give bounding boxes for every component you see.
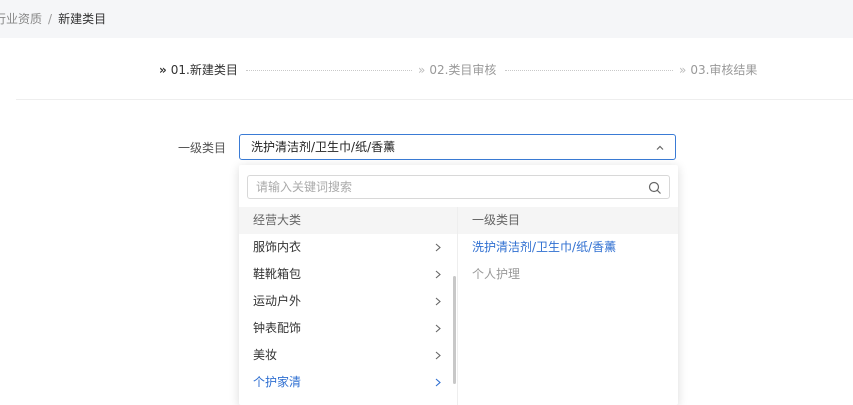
double-chevron-right-icon: » — [679, 63, 687, 77]
search-icon[interactable] — [648, 181, 662, 195]
breadcrumb-parent[interactable]: 行业资质 — [0, 12, 42, 26]
category-item-label: 服饰内衣 — [253, 240, 302, 254]
step-3-label: 03.审核结果 — [690, 63, 758, 77]
section-divider — [16, 99, 853, 100]
step-2-label: 02.类目审核 — [429, 63, 497, 77]
chevron-right-icon — [435, 378, 441, 387]
category-select-value: 洗护清洁剂/卫生巾/纸/香薰 — [251, 140, 396, 154]
chevron-right-icon — [435, 351, 441, 360]
category-select[interactable]: 洗护清洁剂/卫生巾/纸/香薰 — [239, 134, 676, 160]
category-item-label: 运动户外 — [253, 294, 302, 308]
scrollbar[interactable] — [453, 276, 456, 384]
keyword-search-box — [247, 175, 670, 199]
category-item-label: 美妆 — [253, 348, 278, 362]
keyword-search-input[interactable] — [256, 178, 636, 196]
category-item-apparel[interactable]: 服饰内衣 — [239, 234, 457, 261]
top-bar: 行业资质 / 新建类目 — [0, 0, 853, 38]
breadcrumb-current: 新建类目 — [58, 12, 107, 26]
business-category-column: 经营大类 服饰内衣 鞋靴箱包 运动户外 钟表配饰 美妆 个护家清 — [239, 207, 457, 405]
chevron-right-icon — [435, 270, 441, 279]
first-level-category-header: 一级类目 — [458, 207, 678, 234]
category-item-personal-home-care[interactable]: 个护家清 — [239, 369, 457, 396]
chevron-up-icon — [656, 145, 664, 150]
step-progress: » 01.新建类目 » 02.类目审核 » 03.审核结果 — [0, 60, 853, 80]
subcategory-item-personal-care[interactable]: 个人护理 — [458, 261, 678, 288]
category-item-label: 鞋靴箱包 — [253, 267, 302, 281]
step-3: » 03.审核结果 — [679, 60, 757, 80]
subcategory-item-cleaning-paper-fragrance[interactable]: 洗护清洁剂/卫生巾/纸/香薰 — [458, 234, 678, 261]
chevron-right-icon — [435, 324, 441, 333]
step-connector — [246, 70, 412, 71]
breadcrumb: 行业资质 / 新建类目 — [0, 10, 106, 27]
breadcrumb-separator: / — [48, 12, 53, 26]
chevron-right-icon — [435, 243, 441, 252]
business-category-header: 经营大类 — [239, 207, 457, 234]
first-level-category-column: 一级类目 洗护清洁剂/卫生巾/纸/香薰 个人护理 — [458, 207, 678, 405]
category-item-label: 钟表配饰 — [253, 321, 302, 335]
category-item-shoes-bags[interactable]: 鞋靴箱包 — [239, 261, 457, 288]
step-connector — [505, 70, 673, 71]
category-field-label: 一级类目 — [178, 141, 227, 155]
category-item-watches-accessories[interactable]: 钟表配饰 — [239, 315, 457, 342]
step-2: » 02.类目审核 — [418, 60, 496, 80]
step-1: » 01.新建类目 — [159, 60, 238, 80]
category-dropdown-panel: 经营大类 服饰内衣 鞋靴箱包 运动户外 钟表配饰 美妆 个护家清 一级类目 — [239, 165, 678, 405]
step-1-label: 01.新建类目 — [170, 63, 238, 77]
chevron-right-icon — [435, 297, 441, 306]
category-item-sports-outdoor[interactable]: 运动户外 — [239, 288, 457, 315]
category-item-beauty[interactable]: 美妆 — [239, 342, 457, 369]
double-chevron-right-icon: » — [159, 63, 167, 77]
category-item-label: 个护家清 — [253, 375, 302, 389]
double-chevron-right-icon: » — [418, 63, 426, 77]
